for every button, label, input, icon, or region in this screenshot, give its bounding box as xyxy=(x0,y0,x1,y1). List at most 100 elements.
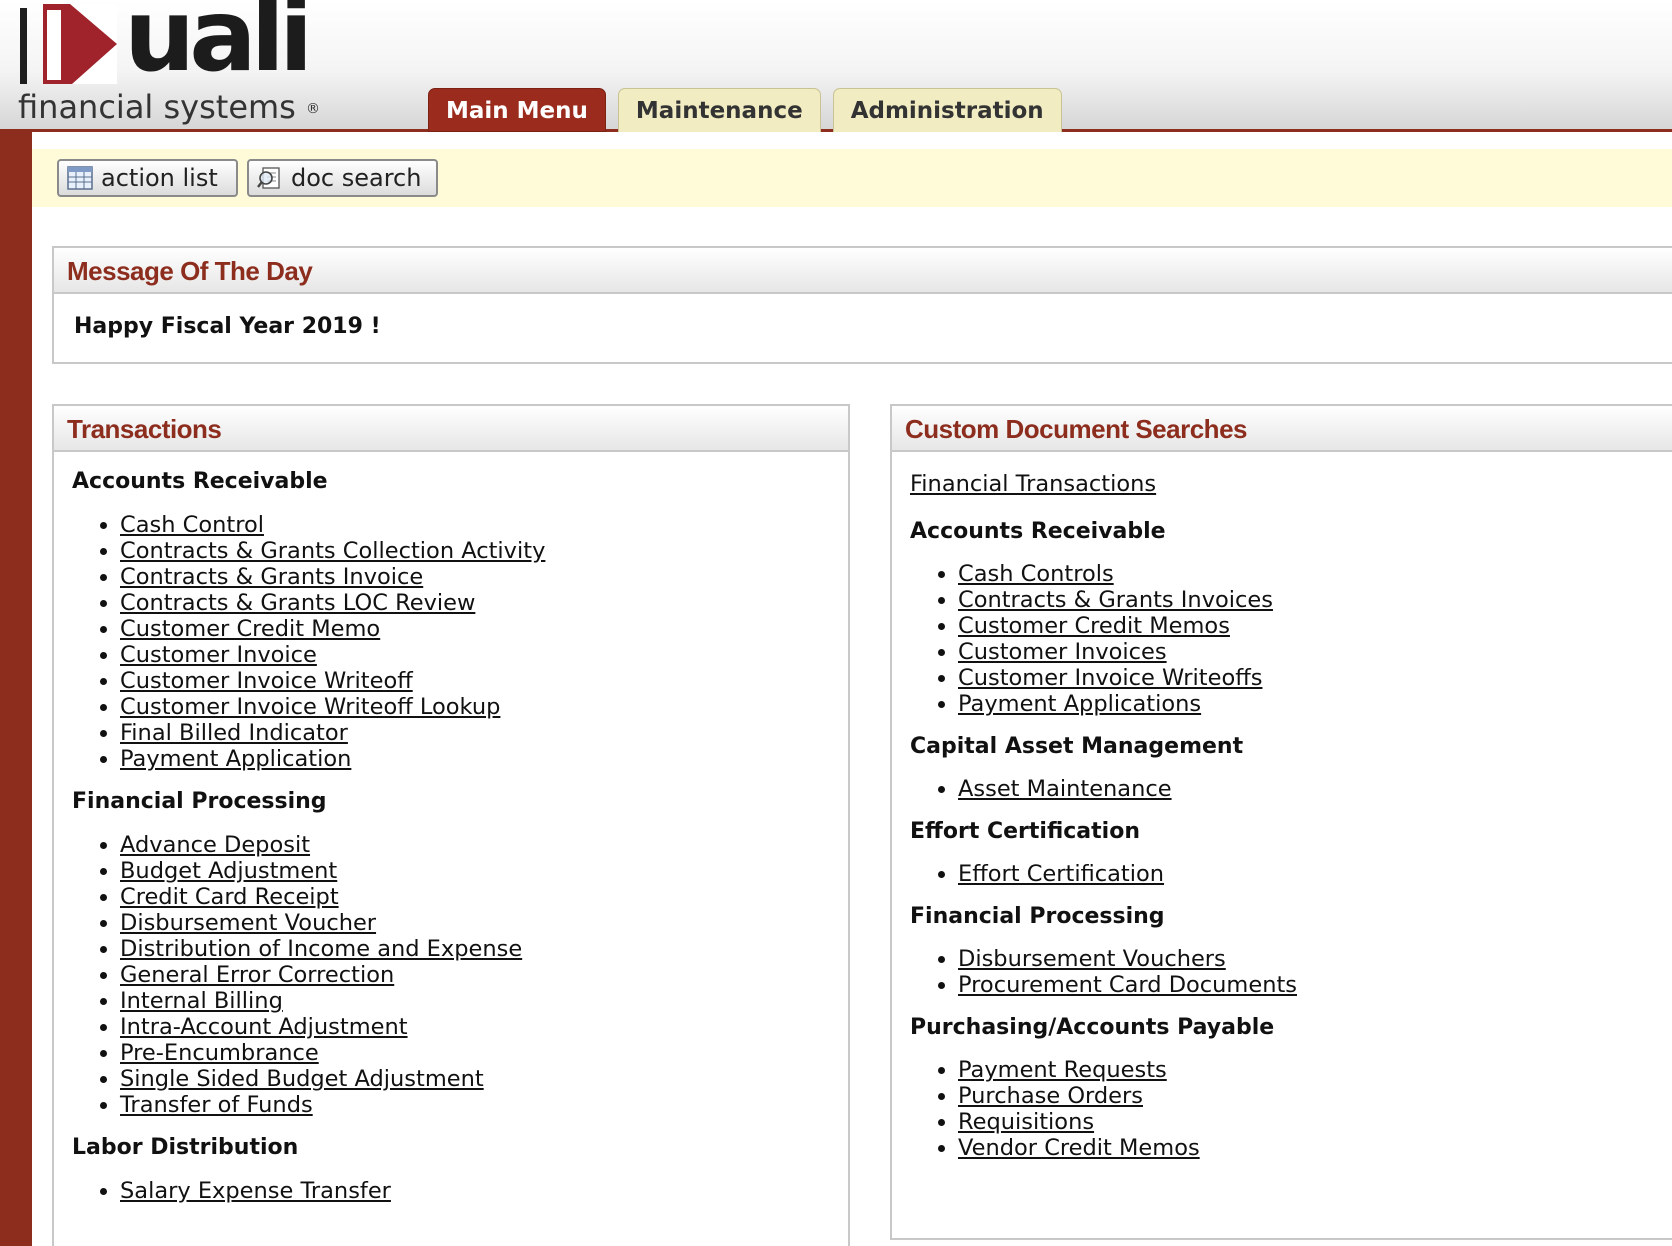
logo-tagline: financial systems ® xyxy=(18,88,320,126)
list-item: Final Billed Indicator xyxy=(120,720,830,746)
doc-search-button[interactable]: doc search xyxy=(247,159,438,197)
motd-panel: Message Of The Day Happy Fiscal Year 201… xyxy=(52,246,1672,364)
tab-main-menu[interactable]: Main Menu xyxy=(428,88,606,132)
list-item: Customer Invoice Writeoff Lookup xyxy=(120,694,830,720)
custom-searches-body: Financial Transactions Accounts Receivab… xyxy=(892,452,1672,1161)
list-item: Payment Application xyxy=(120,746,830,772)
list-item: Customer Invoice xyxy=(120,642,830,668)
link-vendor-credit-memos[interactable]: Vendor Credit Memos xyxy=(958,1135,1200,1161)
list-item: Requisitions xyxy=(958,1109,1670,1135)
list-item: General Error Correction xyxy=(120,962,830,988)
logo-wordmark: uali xyxy=(124,0,313,94)
list-item: Cash Control xyxy=(120,512,830,538)
group-title-purchasing-accounts-payable: Purchasing/Accounts Payable xyxy=(910,1015,1275,1040)
transactions-body: Accounts ReceivableCash ControlContracts… xyxy=(54,452,848,1204)
left-rail xyxy=(0,132,32,1246)
link-cash-controls[interactable]: Cash Controls xyxy=(958,561,1114,587)
link-list-effort-certification: Effort Certification xyxy=(910,861,1670,887)
link-customer-credit-memos[interactable]: Customer Credit Memos xyxy=(958,613,1230,639)
list-item: Payment Requests xyxy=(958,1057,1670,1083)
tab-administration[interactable]: Administration xyxy=(832,88,1062,132)
list-item: Cash Controls xyxy=(958,561,1670,587)
list-item: Contracts & Grants Invoice xyxy=(120,564,830,590)
list-item: Purchase Orders xyxy=(958,1083,1670,1109)
link-customer-invoice-writeoffs[interactable]: Customer Invoice Writeoffs xyxy=(958,665,1262,691)
link-final-billed-indicator[interactable]: Final Billed Indicator xyxy=(120,720,348,746)
link-list-capital-asset-management: Asset Maintenance xyxy=(910,776,1670,802)
link-list-financial-processing: Disbursement VouchersProcurement Card Do… xyxy=(910,946,1670,998)
list-item: Intra-Account Adjustment xyxy=(120,1014,830,1040)
link-customer-invoice-writeoff-lookup[interactable]: Customer Invoice Writeoff Lookup xyxy=(120,694,500,720)
list-item: Disbursement Voucher xyxy=(120,910,830,936)
kuali-logo[interactable]: uali financial systems ® xyxy=(14,0,364,126)
link-asset-maintenance[interactable]: Asset Maintenance xyxy=(958,776,1172,802)
toolbar: action list doc search xyxy=(32,149,1672,207)
link-transfer-of-funds[interactable]: Transfer of Funds xyxy=(120,1092,313,1118)
link-salary-expense-transfer[interactable]: Salary Expense Transfer xyxy=(120,1178,391,1204)
link-credit-card-receipt[interactable]: Credit Card Receipt xyxy=(120,884,339,910)
link-effort-certification[interactable]: Effort Certification xyxy=(958,861,1164,887)
tab-maintenance[interactable]: Maintenance xyxy=(617,88,821,132)
link-procurement-card-documents[interactable]: Procurement Card Documents xyxy=(958,972,1297,998)
link-distribution-of-income-and-expense[interactable]: Distribution of Income and Expense xyxy=(120,936,522,962)
link-list-accounts-receivable: Cash ControlContracts & Grants Collectio… xyxy=(72,512,830,772)
link-general-error-correction[interactable]: General Error Correction xyxy=(120,962,394,988)
list-item: Vendor Credit Memos xyxy=(958,1135,1670,1161)
logo-k-notch-bottom xyxy=(72,44,117,84)
list-item: Budget Adjustment xyxy=(120,858,830,884)
list-item: Contracts & Grants Invoices xyxy=(958,587,1670,613)
registered-mark: ® xyxy=(306,101,321,117)
link-contracts-and-grants-collection-activity[interactable]: Contracts & Grants Collection Activity xyxy=(120,538,545,564)
main-tabs: Main Menu Maintenance Administration xyxy=(428,88,1074,132)
list-item: Customer Invoice Writeoff xyxy=(120,668,830,694)
list-item: Customer Invoices xyxy=(958,639,1670,665)
link-customer-invoice-writeoff[interactable]: Customer Invoice Writeoff xyxy=(120,668,413,694)
transactions-panel: Transactions Accounts Receivable Cash Con… xyxy=(52,404,850,1246)
financial-transactions-link[interactable]: Financial Transactions xyxy=(910,470,1156,498)
link-contracts-and-grants-invoices[interactable]: Contracts & Grants Invoices xyxy=(958,587,1273,613)
custom-searches-title: Custom Document Searches xyxy=(892,406,1672,452)
link-list-accounts-receivable: Cash ControlsContracts & Grants Invoices… xyxy=(910,561,1670,717)
link-list-labor-distribution: Salary Expense Transfer xyxy=(72,1178,830,1204)
motd-text: Happy Fiscal Year 2019 ! xyxy=(74,314,381,339)
link-internal-billing[interactable]: Internal Billing xyxy=(120,988,283,1014)
list-item: Contracts & Grants Collection Activity xyxy=(120,538,830,564)
group-title-financial-processing: Financial Processing xyxy=(72,789,327,814)
table-icon xyxy=(67,166,93,190)
link-intra-account-adjustment[interactable]: Intra-Account Adjustment xyxy=(120,1014,408,1040)
link-payment-application[interactable]: Payment Application xyxy=(120,746,351,772)
logo-k-stem xyxy=(47,10,61,80)
link-list-purchasing-accounts-payable: Payment RequestsPurchase OrdersRequisiti… xyxy=(910,1057,1670,1161)
list-item: Payment Applications xyxy=(958,691,1670,717)
link-purchase-orders[interactable]: Purchase Orders xyxy=(958,1083,1143,1109)
link-payment-applications[interactable]: Payment Applications xyxy=(958,691,1201,717)
link-budget-adjustment[interactable]: Budget Adjustment xyxy=(120,858,337,884)
list-item: Contracts & Grants LOC Review xyxy=(120,590,830,616)
group-title-financial-processing: Financial Processing xyxy=(910,904,1165,929)
link-pre-encumbrance[interactable]: Pre-Encumbrance xyxy=(120,1040,319,1066)
link-advance-deposit[interactable]: Advance Deposit xyxy=(120,832,310,858)
action-list-button[interactable]: action list xyxy=(57,159,238,197)
list-item: Advance Deposit xyxy=(120,832,830,858)
list-item: Internal Billing xyxy=(120,988,830,1014)
group-title-labor-distribution: Labor Distribution xyxy=(72,1135,299,1160)
link-cash-control[interactable]: Cash Control xyxy=(120,512,264,538)
logo-k-notch-top xyxy=(70,4,117,44)
link-customer-invoice[interactable]: Customer Invoice xyxy=(120,642,317,668)
link-customer-invoices[interactable]: Customer Invoices xyxy=(958,639,1167,665)
link-requisitions[interactable]: Requisitions xyxy=(958,1109,1094,1135)
list-item: Pre-Encumbrance xyxy=(120,1040,830,1066)
link-disbursement-voucher[interactable]: Disbursement Voucher xyxy=(120,910,376,936)
page: uali financial systems ® Main Menu Maint… xyxy=(0,0,1672,1246)
list-item: Salary Expense Transfer xyxy=(120,1178,830,1204)
link-disbursement-vouchers[interactable]: Disbursement Vouchers xyxy=(958,946,1226,972)
list-item: Asset Maintenance xyxy=(958,776,1670,802)
link-contracts-and-grants-loc-review[interactable]: Contracts & Grants LOC Review xyxy=(120,590,475,616)
link-payment-requests[interactable]: Payment Requests xyxy=(958,1057,1167,1083)
link-customer-credit-memo[interactable]: Customer Credit Memo xyxy=(120,616,380,642)
list-item: Customer Credit Memos xyxy=(958,613,1670,639)
link-list-financial-processing: Advance DepositBudget AdjustmentCredit C… xyxy=(72,832,830,1118)
link-contracts-and-grants-invoice[interactable]: Contracts & Grants Invoice xyxy=(120,564,423,590)
list-item: Procurement Card Documents xyxy=(958,972,1670,998)
link-single-sided-budget-adjustment[interactable]: Single Sided Budget Adjustment xyxy=(120,1066,484,1092)
